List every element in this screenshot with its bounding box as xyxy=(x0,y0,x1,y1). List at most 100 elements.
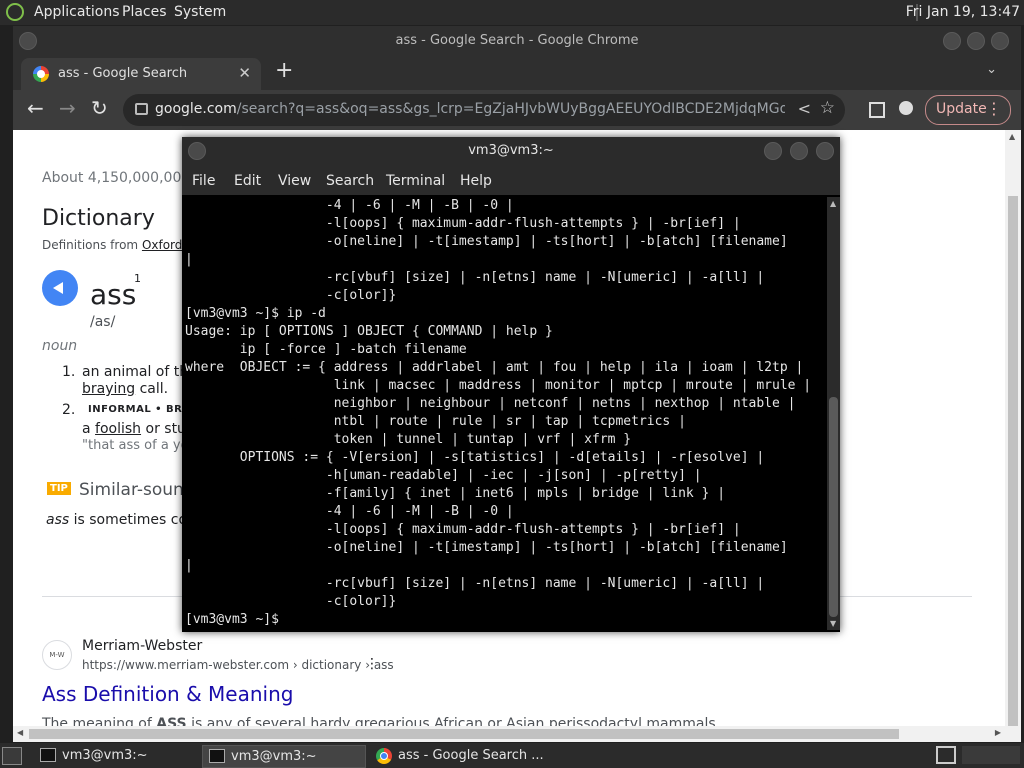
headword: ass xyxy=(90,278,137,311)
definitions-from-label: Definitions from xyxy=(42,238,139,252)
terminal-scroll-up-icon[interactable]: ▲ xyxy=(830,199,836,208)
result-stats: About 4,150,000,000 r xyxy=(42,170,201,186)
pronunciation: /as/ xyxy=(90,314,116,330)
h-scrollbar-thumb[interactable] xyxy=(29,729,899,739)
tab-title: ass - Google Search xyxy=(58,66,188,81)
page-vertical-scrollbar[interactable]: ▲ xyxy=(1005,130,1021,742)
scrollbar-thumb[interactable] xyxy=(1008,196,1018,726)
result-title-link[interactable]: Ass Definition & Meaning xyxy=(42,682,293,706)
result-menu-icon[interactable]: ⋮ xyxy=(365,656,379,672)
scroll-left-icon[interactable]: ◀ xyxy=(17,728,23,737)
definition-2-pre: a xyxy=(82,421,96,437)
terminal-window-menu-button[interactable] xyxy=(188,142,206,160)
terminal-maximize-button[interactable] xyxy=(790,142,808,160)
terminal-scroll-down-icon[interactable]: ▼ xyxy=(830,619,836,628)
definition-number-1: 1. xyxy=(62,364,76,380)
distro-logo-icon[interactable] xyxy=(6,3,24,21)
tab-google-search[interactable]: ass - Google Search ✕ xyxy=(21,58,261,90)
share-icon[interactable]: < xyxy=(798,99,811,118)
terminal-text[interactable]: -4 | -6 | -M | -B | -0 | -l[oops] { maxi… xyxy=(185,197,825,629)
terminal-icon xyxy=(209,749,225,763)
reload-button[interactable]: ↻ xyxy=(91,98,108,118)
url-text[interactable]: google.com/search?q=ass&oq=ass&gs_lcrp=E… xyxy=(155,101,785,117)
definition-number-2: 2. xyxy=(62,402,76,418)
taskbar-item-label: vm3@vm3:~ xyxy=(231,749,317,764)
maximize-button[interactable] xyxy=(967,32,985,50)
taskbar-item-label: ass - Google Search ... xyxy=(398,748,544,763)
profile-icon[interactable] xyxy=(899,101,913,115)
menu-view[interactable]: View xyxy=(278,173,311,189)
terminal-titlebar[interactable]: vm3@vm3:~ xyxy=(182,137,840,165)
definitions-source: Definitions from Oxford La xyxy=(42,238,200,252)
sidebar-icon[interactable] xyxy=(869,102,885,118)
top-panel: Applications Places System Fri Jan 19, 1… xyxy=(0,0,1024,25)
system-menu[interactable]: System xyxy=(174,4,226,20)
tab-close-icon[interactable]: ✕ xyxy=(238,64,251,82)
result-url[interactable]: https://www.merriam-webster.com › dictio… xyxy=(82,658,394,672)
kebab-menu-icon[interactable]: ⋮ xyxy=(986,99,1002,118)
tab-strip: ass - Google Search ✕ + ⌄ xyxy=(13,56,1021,90)
part-of-speech: noun xyxy=(42,338,78,354)
menu-help[interactable]: Help xyxy=(460,173,492,189)
close-window-button[interactable] xyxy=(991,32,1009,50)
result-site-name[interactable]: Merriam-Webster xyxy=(82,638,202,654)
terminal-menubar: File Edit View Search Terminal Help xyxy=(182,165,840,195)
chrome-titlebar[interactable]: ass - Google Search - Google Chrome xyxy=(13,26,1021,56)
terminal-window: vm3@vm3:~ File Edit View Search Terminal… xyxy=(182,137,840,632)
taskbar-item-terminal-2[interactable]: vm3@vm3:~ xyxy=(202,745,366,768)
terminal-scrollbar-thumb[interactable] xyxy=(829,397,838,617)
applications-menu[interactable]: Applications xyxy=(34,4,120,20)
definition-2-example: "that ass of a yo xyxy=(82,438,189,453)
confused-text: ass is sometimes conf xyxy=(46,512,201,528)
chrome-icon xyxy=(376,748,392,764)
confused-word: ass xyxy=(46,512,70,528)
dictionary-heading: Dictionary xyxy=(42,206,155,231)
definition-1-rest: call. xyxy=(135,381,169,397)
workspace-1-button[interactable] xyxy=(936,746,956,764)
workspace-switcher[interactable] xyxy=(962,746,1020,764)
minimize-button[interactable] xyxy=(943,32,961,50)
terminal-icon xyxy=(40,748,56,762)
window-menu-button[interactable] xyxy=(19,32,37,50)
back-button[interactable]: ← xyxy=(27,98,44,118)
url-domain: google.com xyxy=(155,101,237,117)
terminal-minimize-button[interactable] xyxy=(764,142,782,160)
update-button[interactable]: Update ⋮ xyxy=(925,95,1011,125)
places-menu[interactable]: Places xyxy=(122,4,167,20)
google-favicon-icon xyxy=(33,66,49,82)
terminal-title: vm3@vm3:~ xyxy=(468,143,554,158)
taskbar-item-terminal-1[interactable]: vm3@vm3:~ xyxy=(34,745,194,766)
tab-search-chevron-icon[interactable]: ⌄ xyxy=(986,62,997,77)
definition-1-text: an animal of the xyxy=(82,364,197,380)
menu-terminal[interactable]: Terminal xyxy=(386,173,445,189)
definition-1-line2: braying call. xyxy=(82,381,168,397)
url-path: /search?q=ass&oq=ass&gs_lcrp=EgZjaHJvbWU… xyxy=(236,101,785,117)
braying-link[interactable]: braying xyxy=(82,381,135,397)
terminal-close-button[interactable] xyxy=(816,142,834,160)
merriam-webster-logo[interactable]: M-W xyxy=(42,640,72,670)
chrome-window-title: ass - Google Search - Google Chrome xyxy=(395,33,639,48)
scroll-right-icon[interactable]: ▶ xyxy=(995,728,1001,737)
star-icon[interactable]: ☆ xyxy=(820,98,835,118)
scroll-up-icon[interactable]: ▲ xyxy=(1009,132,1015,141)
terminal-scrollbar[interactable]: ▲ ▼ xyxy=(827,197,840,630)
menu-edit[interactable]: Edit xyxy=(234,173,261,189)
show-desktop-button[interactable] xyxy=(2,747,22,765)
taskbar-item-chrome[interactable]: ass - Google Search ... xyxy=(370,745,570,766)
page-horizontal-scrollbar[interactable]: ◀ ▶ xyxy=(13,726,1005,742)
clock[interactable]: Fri Jan 19, 13:47 xyxy=(906,4,1020,20)
update-label: Update xyxy=(936,101,987,117)
tip-badge: TIP xyxy=(47,482,71,495)
menu-search[interactable]: Search xyxy=(326,173,374,189)
terminal-output[interactable]: -4 | -6 | -M | -B | -0 | -l[oops] { maxi… xyxy=(185,197,825,630)
address-bar[interactable]: google.com/search?q=ass&oq=ass&gs_lcrp=E… xyxy=(123,94,845,126)
foolish-link[interactable]: foolish xyxy=(95,421,141,437)
taskbar: vm3@vm3:~ vm3@vm3:~ ass - Google Search … xyxy=(0,743,1024,768)
new-tab-button[interactable]: + xyxy=(275,58,293,83)
speaker-icon[interactable] xyxy=(42,270,78,306)
headword-superscript: 1 xyxy=(134,272,141,285)
definition-2-text: a foolish or stup xyxy=(82,421,195,437)
forward-button[interactable]: → xyxy=(59,98,76,118)
menu-file[interactable]: File xyxy=(192,173,215,189)
lock-icon[interactable] xyxy=(135,103,148,115)
